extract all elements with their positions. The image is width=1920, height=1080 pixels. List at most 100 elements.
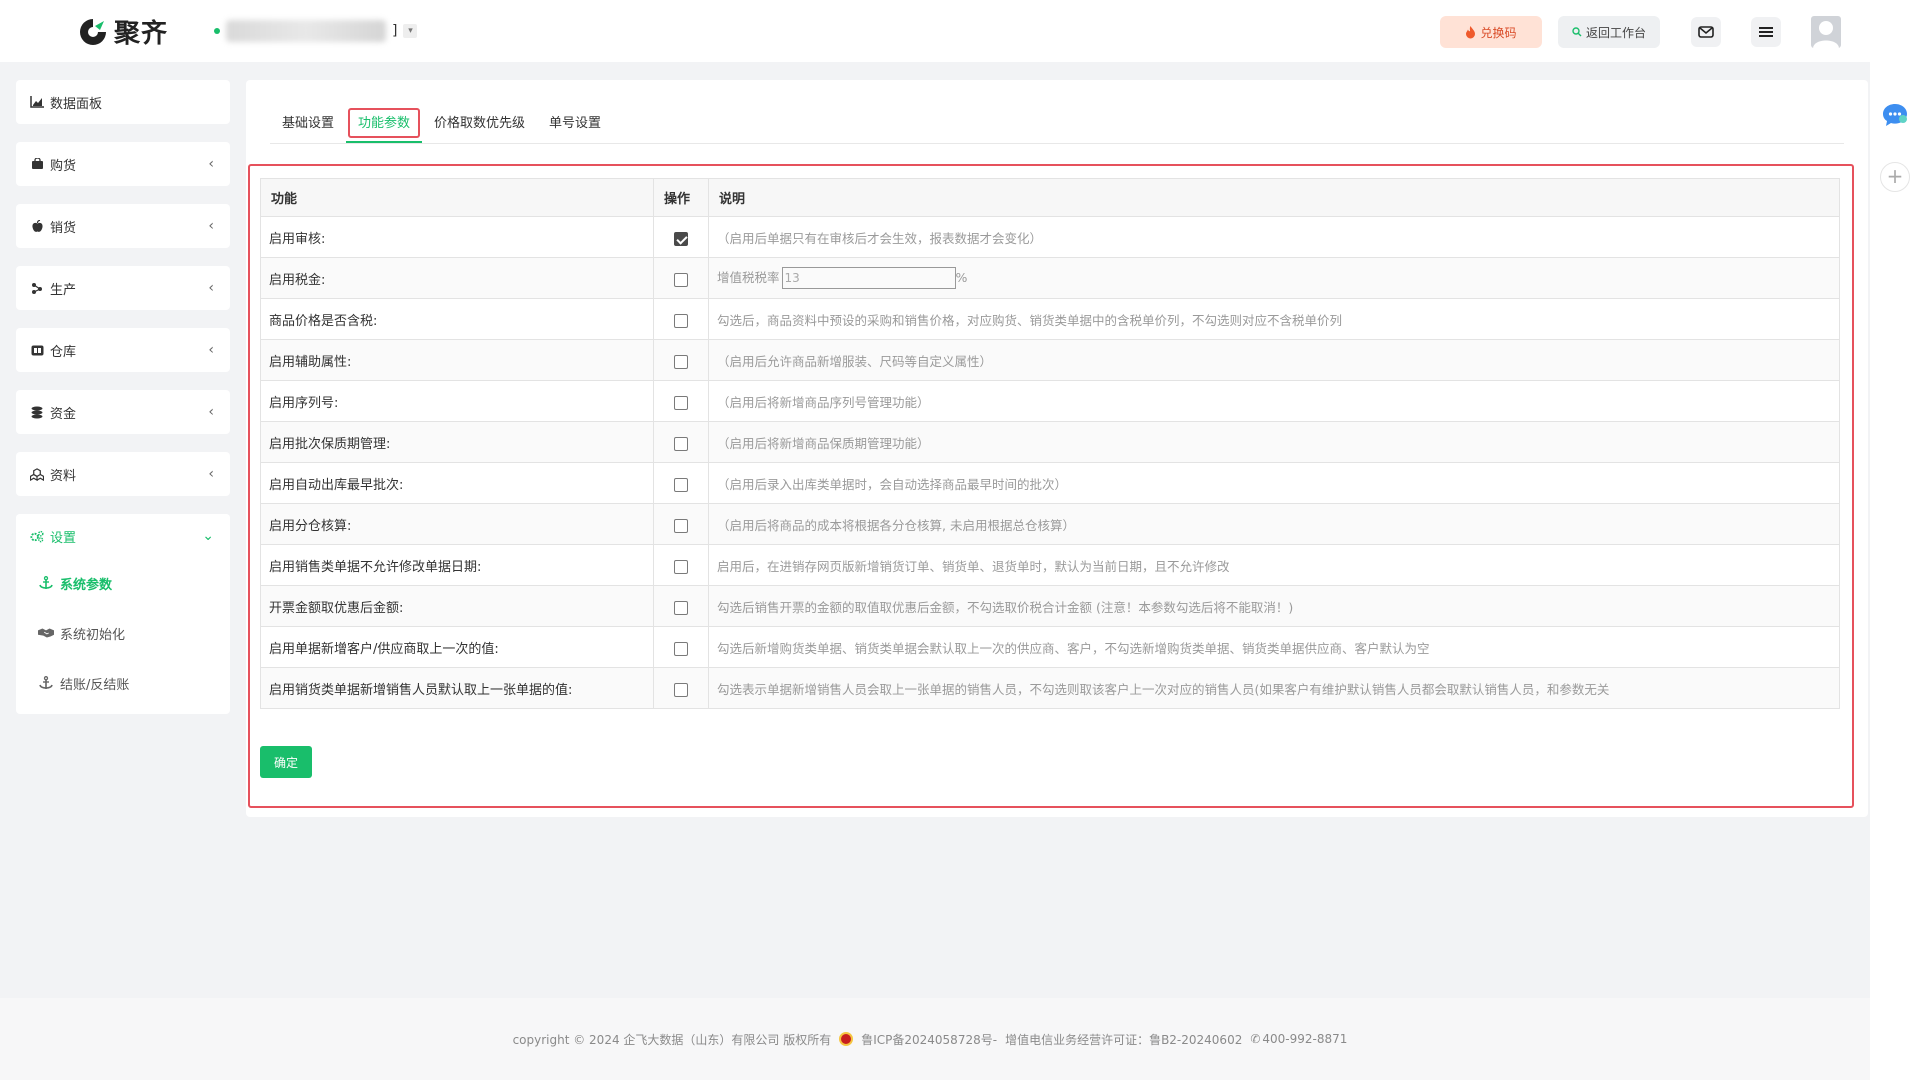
gears-icon	[30, 529, 44, 543]
anchor-icon	[38, 576, 54, 590]
chevron-left-icon: ‹	[208, 466, 214, 482]
param-row: 启用自动出库最早批次: （启用后录入出库类单据时，会自动选择商品最早时间的批次）	[260, 462, 1840, 504]
tab-label: 基础设置	[282, 116, 335, 131]
sidebar-item-settings[interactable]: 设置 ⌄	[16, 514, 230, 558]
param-name: 启用辅助属性:	[260, 339, 654, 381]
sidebar-item-resources[interactable]: 资料 ‹	[16, 452, 230, 496]
sidebar-subitem-system-params[interactable]: 系统参数	[16, 558, 230, 608]
sidebar-item-production[interactable]: 生产 ‹	[16, 266, 230, 310]
handshake-icon	[38, 626, 54, 640]
param-checkbox[interactable]	[674, 478, 688, 492]
confirm-button[interactable]: 确定	[260, 746, 312, 778]
user-icon	[1813, 21, 1839, 48]
brand-logo[interactable]: 聚齐	[78, 13, 168, 50]
param-description: 启用后，在进销存网页版新增销货订单、销货单、退货单时，默认为当前日期，且不允许修…	[708, 544, 1840, 586]
add-button[interactable]: +	[1880, 162, 1910, 192]
chat-button[interactable]	[1882, 102, 1908, 128]
table-header-row: 功能 操作 说明	[260, 178, 1840, 217]
sidebar-item-purchase[interactable]: 购货 ‹	[16, 142, 230, 186]
param-description: （启用后允许商品新增服装、尺码等自定义属性）	[708, 339, 1840, 381]
tax-rate-unit: %	[955, 269, 968, 285]
param-checkbox[interactable]	[674, 560, 688, 574]
chart-icon	[30, 95, 44, 109]
chevron-left-icon: ‹	[208, 156, 214, 172]
sidebar-subitem-label: 系统初始化	[60, 627, 126, 643]
sidebar-subitem-label: 系统参数	[60, 577, 113, 593]
icp-link[interactable]: 鲁ICP备2024058728号-	[861, 1031, 997, 1048]
menu-icon	[1759, 27, 1773, 37]
sidebar-item-label: 购货	[50, 158, 77, 174]
anchor-icon	[38, 676, 54, 690]
param-operation-cell	[653, 503, 709, 545]
settings-tabs: 基础设置 功能参数 价格取数优先级 单号设置	[270, 106, 613, 143]
sidebar-subitem-label: 结账/反结账	[60, 677, 130, 693]
copyright-text: copyright © 2024 企飞大数据（山东）有限公司 版权所有	[512, 1032, 832, 1047]
param-description: （启用后录入出库类单据时，会自动选择商品最早时间的批次）	[708, 462, 1840, 504]
main-panel: 基础设置 功能参数 价格取数优先级 单号设置 功能 操作 说明 启用审核: （启用…	[246, 80, 1868, 817]
factory-icon	[30, 281, 44, 295]
cart-icon	[30, 157, 44, 171]
param-operation-cell	[653, 298, 709, 340]
param-row: 启用分仓核算: （启用后将商品的成本将根据各分仓核算, 未启用根据总仓核算）	[260, 503, 1840, 545]
param-row: 启用审核: （启用后单据只有在审核后才会生效，报表数据才会变化）	[260, 216, 1840, 258]
chevron-down-icon: ⌄	[202, 528, 214, 544]
tab-number-settings[interactable]: 单号设置	[537, 106, 613, 142]
chat-icon	[1883, 104, 1907, 126]
sidebar-item-label: 仓库	[50, 344, 77, 360]
sidebar-item-warehouse[interactable]: 仓库 ‹	[16, 328, 230, 372]
param-name: 启用序列号:	[260, 380, 654, 422]
mail-button[interactable]	[1691, 17, 1721, 47]
redeem-code-button[interactable]: 兑换码	[1440, 16, 1542, 48]
company-selector[interactable]: ] ▾	[214, 20, 418, 42]
sidebar-item-sales[interactable]: 销货 ‹	[16, 204, 230, 248]
chevron-left-icon: ‹	[208, 218, 214, 234]
coins-icon	[30, 405, 44, 419]
menu-button[interactable]	[1751, 17, 1781, 47]
sidebar-item-funds[interactable]: 资金 ‹	[16, 390, 230, 434]
sidebar-subitem-closing[interactable]: 结账/反结账	[16, 658, 230, 708]
param-checkbox[interactable]	[674, 601, 688, 615]
sidebar-subitem-system-init[interactable]: 系统初始化	[16, 608, 230, 658]
param-row: 启用销售类单据不允许修改单据日期: 启用后，在进销存网页版新增销货订单、销货单、退…	[260, 544, 1840, 586]
param-name: 启用销货类单据新增销售人员默认取上一张单据的值:	[260, 667, 654, 709]
param-checkbox[interactable]	[674, 314, 688, 328]
param-checkbox[interactable]	[674, 437, 688, 451]
param-checkbox[interactable]	[674, 355, 688, 369]
sidebar-item-dashboard[interactable]: 数据面板	[16, 80, 230, 124]
status-dot	[214, 28, 220, 34]
tab-price-priority[interactable]: 价格取数优先级	[422, 106, 537, 142]
search-icon	[1572, 27, 1582, 37]
user-avatar[interactable]	[1811, 16, 1841, 48]
phone-icon: ✆	[1250, 1032, 1261, 1046]
logo-icon	[80, 18, 106, 45]
tab-label: 单号设置	[549, 116, 602, 131]
company-name-blurred	[226, 20, 386, 42]
param-operation-cell	[653, 421, 709, 463]
param-operation-cell	[653, 380, 709, 422]
param-checkbox[interactable]	[674, 519, 688, 533]
param-name: 商品价格是否含税:	[260, 298, 654, 340]
param-name: 启用批次保质期管理:	[260, 421, 654, 463]
tax-rate-input[interactable]: 13	[781, 267, 956, 290]
redeem-label: 兑换码	[1480, 25, 1517, 40]
param-checkbox[interactable]	[674, 273, 688, 287]
param-checkbox[interactable]	[674, 683, 688, 697]
param-name: 启用分仓核算:	[260, 503, 654, 545]
param-checkbox[interactable]	[674, 642, 688, 656]
param-row: 启用税金: 增值税税率 13%	[260, 257, 1840, 299]
function-params-table: 功能 操作 说明 启用审核: （启用后单据只有在审核后才会生效，报表数据才会变化）…	[260, 178, 1840, 709]
dropdown-icon[interactable]: ▾	[403, 24, 418, 38]
right-rail: +	[1870, 62, 1920, 1080]
param-row: 启用序列号: （启用后将新增商品序列号管理功能）	[260, 380, 1840, 422]
param-operation-cell	[653, 216, 709, 258]
param-row: 启用辅助属性: （启用后允许商品新增服装、尺码等自定义属性）	[260, 339, 1840, 381]
param-checkbox[interactable]	[674, 396, 688, 410]
param-checkbox[interactable]	[674, 232, 688, 246]
param-description: 增值税税率 13%	[708, 257, 1840, 299]
param-name: 启用单据新增客户/供应商取上一次的值:	[260, 626, 654, 668]
param-row: 启用单据新增客户/供应商取上一次的值: 勾选后新增购货类单据、销货类单据会默认取上…	[260, 626, 1840, 668]
sidebar-item-label: 资金	[50, 406, 77, 422]
back-to-workbench-button[interactable]: 返回工作台	[1558, 16, 1660, 48]
tab-basic-settings[interactable]: 基础设置	[270, 106, 346, 142]
tab-function-params[interactable]: 功能参数	[346, 106, 423, 143]
